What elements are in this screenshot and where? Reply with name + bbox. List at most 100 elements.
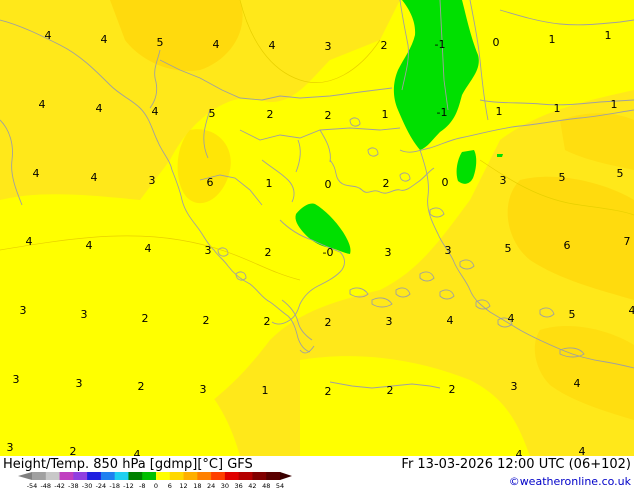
temp-label-44: 3 — [20, 304, 27, 317]
temp-label-1: 4 — [101, 33, 108, 46]
scale-swatch-6 — [114, 472, 129, 480]
temp-label-48: 2 — [264, 315, 271, 328]
scale-tick-8: -8 — [139, 482, 145, 490]
scale-tick-18: 54 — [276, 482, 284, 490]
temp-label-11: 4 — [39, 98, 46, 111]
temp-label-55: 3 — [13, 373, 20, 386]
scale-swatch-7 — [128, 472, 143, 480]
scale-swatch-16 — [252, 472, 267, 480]
temp-label-32: 5 — [617, 167, 624, 180]
temp-label-58: 3 — [200, 383, 207, 396]
temp-label-37: 2 — [265, 246, 272, 259]
temp-label-2: 5 — [157, 36, 164, 49]
scale-swatch-0 — [32, 472, 47, 480]
temp-label-69: 4 — [579, 445, 586, 456]
scale-tick-6: -18 — [109, 482, 120, 490]
scale-tick-7: -12 — [123, 482, 134, 490]
scale-swatch-4 — [87, 472, 102, 480]
temp-label-28: 2 — [383, 177, 390, 190]
temp-label-30: 3 — [500, 174, 507, 187]
temp-label-21: 1 — [611, 98, 618, 111]
temp-label-6: 2 — [381, 39, 388, 52]
temp-label-46: 2 — [142, 312, 149, 325]
temp-label-51: 4 — [447, 314, 454, 327]
temp-label-61: 2 — [387, 384, 394, 397]
scale-tick-2: -42 — [54, 482, 65, 490]
temp-label-40: 3 — [445, 244, 452, 257]
valid-time: Fr 13-03-2026 12:00 UTC (06+102) — [401, 457, 631, 472]
map-title: Height/Temp. 850 hPa [gdmp][°C] GFS — [3, 457, 253, 472]
temp-label-45: 3 — [81, 308, 88, 321]
scale-swatch-2 — [59, 472, 74, 480]
temp-label-17: 1 — [382, 108, 389, 121]
scale-swatch-8 — [142, 472, 157, 480]
color-scale: -54 -48 -42 -38 -30 -24 -18 -12 -8 0 6 12 18 24 30 36 42… — [18, 472, 292, 490]
temp-label-14: 5 — [209, 107, 216, 120]
scale-tick-12: 18 — [193, 482, 201, 490]
scale-tick-1: -48 — [40, 482, 51, 490]
temp-label-27: 0 — [325, 178, 332, 191]
weather-map: 4 4 5 4 4 3 2 -1 0 1 1 4 4 4 5 2 2 1 -1 1 1 1 4 4 3 6 1 0 2 0 3 5 5 4 4 4 3 2… — [0, 0, 634, 456]
scale-swatch-13 — [211, 472, 226, 480]
temp-label-63: 3 — [511, 380, 518, 393]
temp-label-59: 1 — [262, 384, 269, 397]
temp-label-53: 5 — [569, 308, 576, 321]
temp-label-18: -1 — [437, 106, 448, 119]
temp-label-62: 2 — [449, 383, 456, 396]
temp-label-39: 3 — [385, 246, 392, 259]
scale-swatch-11 — [183, 472, 198, 480]
temp-label-13: 4 — [152, 105, 159, 118]
temp-label-24: 3 — [149, 174, 156, 187]
temp-label-29: 0 — [442, 176, 449, 189]
scale-tick-16: 42 — [248, 482, 256, 490]
temp-label-8: 0 — [493, 36, 500, 49]
temp-label-34: 4 — [86, 239, 93, 252]
temp-label-9: 1 — [549, 33, 556, 46]
temp-label-50: 3 — [386, 315, 393, 328]
temp-label-64: 4 — [574, 377, 581, 390]
map-footer: Height/Temp. 850 hPa [gdmp][°C] GFS Fr 1… — [0, 456, 634, 490]
scale-swatch-5 — [100, 472, 116, 480]
temp-label-7: -1 — [435, 38, 446, 51]
temp-label-47: 2 — [203, 314, 210, 327]
scale-arrow-left — [18, 472, 32, 480]
scale-arrow-right — [280, 472, 292, 480]
scale-tick-3: -38 — [68, 482, 79, 490]
temp-label-56: 3 — [76, 377, 83, 390]
temp-label-22: 4 — [33, 167, 40, 180]
scale-tick-10: 6 — [168, 482, 172, 490]
scale-tick-5: -24 — [96, 482, 107, 490]
temp-label-67: 4 — [134, 448, 141, 456]
map-canvas: 4 4 5 4 4 3 2 -1 0 1 1 4 4 4 5 2 2 1 -1 1 1 1 4 4 3 6 1 0 2 0 3 5 5 4 4 4 3 2… — [0, 0, 634, 456]
temp-label-68: 4 — [516, 448, 523, 456]
temp-label-5: 3 — [325, 40, 332, 53]
temp-label-38: -0 — [323, 246, 334, 259]
scale-swatch-12 — [197, 472, 212, 480]
temp-label-20: 1 — [554, 102, 561, 115]
scale-tick-13: 24 — [207, 482, 215, 490]
temp-label-26: 1 — [266, 177, 273, 190]
scale-swatch-1 — [45, 472, 61, 480]
scale-swatch-3 — [73, 472, 88, 480]
temp-label-52: 4 — [508, 312, 515, 325]
temp-label-54: 4 — [629, 304, 634, 317]
credit-link[interactable]: ©weatheronline.co.uk — [509, 475, 631, 488]
scale-swatch-15 — [238, 472, 253, 480]
scale-swatch-10 — [169, 472, 185, 480]
temp-label-36: 3 — [205, 244, 212, 257]
temp-label-4: 4 — [269, 39, 276, 52]
temp-label-49: 2 — [325, 316, 332, 329]
scale-tick-0: -54 — [27, 482, 38, 490]
temp-label-10: 1 — [605, 29, 612, 42]
temp-label-16: 2 — [325, 109, 332, 122]
temp-label-19: 1 — [496, 105, 503, 118]
temp-label-35: 4 — [145, 242, 152, 255]
scale-tick-9: 0 — [154, 482, 158, 490]
scale-tick-15: 36 — [235, 482, 243, 490]
temp-label-65: 3 — [7, 441, 14, 454]
temp-label-0: 4 — [45, 29, 52, 42]
scale-tick-11: 12 — [179, 482, 187, 490]
temp-label-23: 4 — [91, 171, 98, 184]
temp-label-60: 2 — [325, 385, 332, 398]
temp-label-42: 6 — [564, 239, 571, 252]
